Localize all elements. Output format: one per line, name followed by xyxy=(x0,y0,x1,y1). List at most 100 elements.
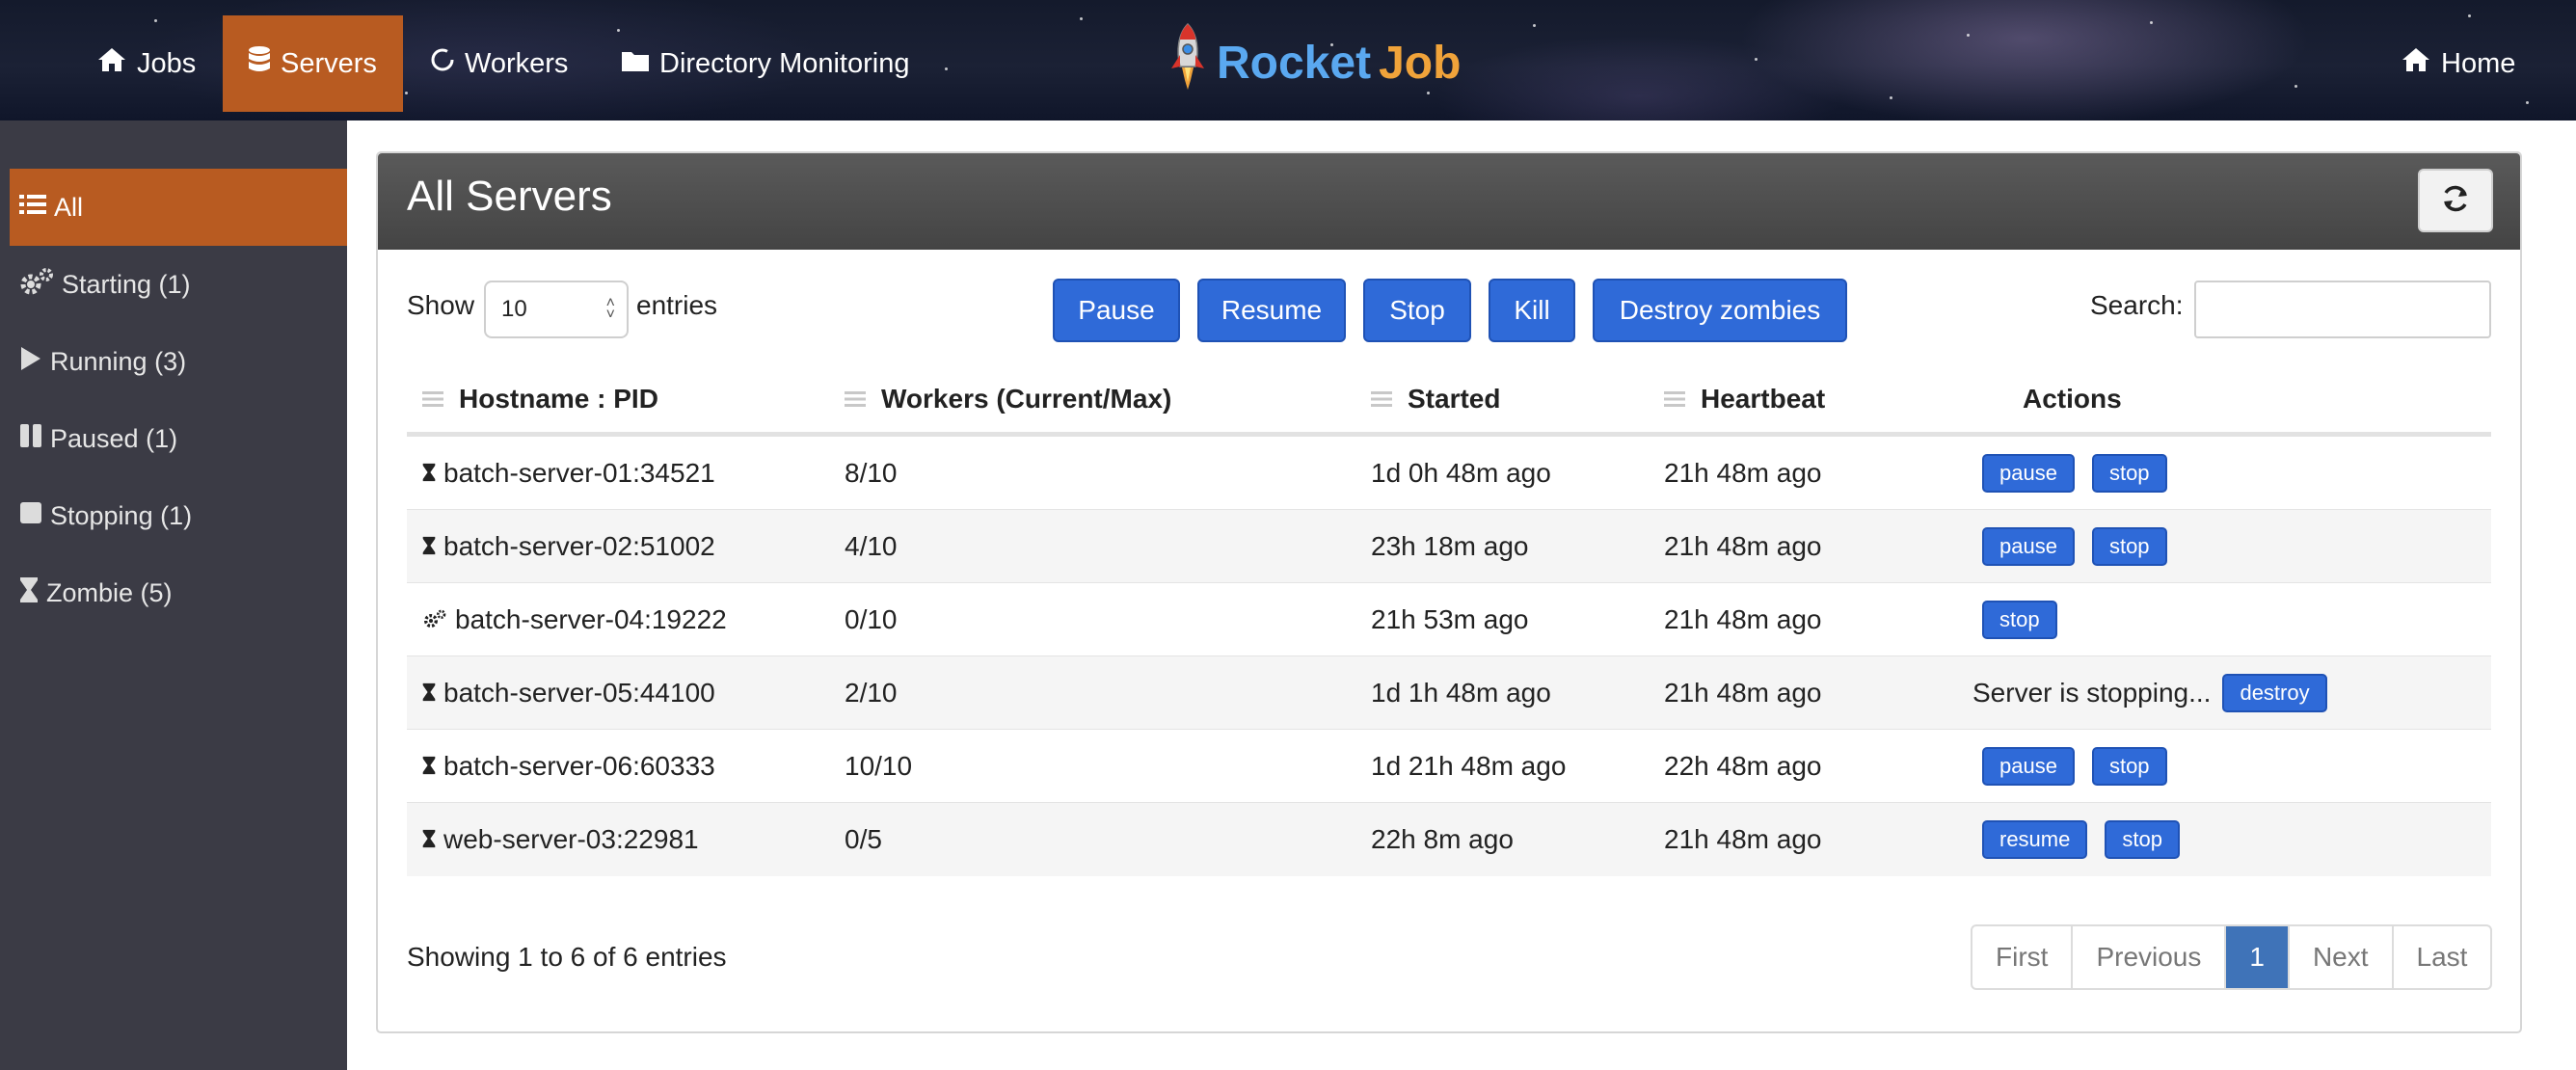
hourglass-icon xyxy=(19,576,39,610)
hostname-text: batch-server-06:60333 xyxy=(443,751,715,781)
refresh-icon xyxy=(2439,182,2472,220)
refresh-circle-icon xyxy=(430,47,455,80)
servers-panel: All Servers Show 10 ˄ ˅ entries Pause Res… xyxy=(376,151,2522,1033)
stop-icon xyxy=(19,501,42,531)
heartbeat-cell: 21h 48m ago xyxy=(1664,824,1822,854)
hostname-text: web-server-03:22981 xyxy=(443,824,699,854)
search-label: Search: xyxy=(2090,290,2184,320)
hourglass-icon xyxy=(422,531,436,562)
nav-directory-monitoring-label: Directory Monitoring xyxy=(659,47,910,79)
workers-cell: 0/10 xyxy=(845,604,898,634)
column-header-workers[interactable]: Workers (Current/Max) xyxy=(845,367,1171,431)
row-stop-button[interactable]: stop xyxy=(1982,601,2057,639)
list-icon xyxy=(19,193,46,223)
page-length-select[interactable]: 10 ˄ ˅ xyxy=(484,281,629,338)
hostname-cell: web-server-03:22981 xyxy=(422,803,699,876)
hostname-cell: batch-server-06:60333 xyxy=(422,730,715,803)
pagination: First Previous 1 Next Last xyxy=(1971,924,2493,990)
column-header-label: Hostname : PID xyxy=(459,384,658,414)
started-cell: 23h 18m ago xyxy=(1371,531,1529,561)
nav-jobs[interactable]: Jobs xyxy=(81,15,208,112)
hourglass-icon xyxy=(422,458,436,489)
brand-name-job: Job xyxy=(1379,37,1462,89)
row-pause-button[interactable]: pause xyxy=(1982,527,2075,566)
sidebar-item-label: Running (3) xyxy=(50,346,187,376)
sidebar-item-label: Paused (1) xyxy=(50,423,178,453)
table-row: batch-server-04:19222 0/10 21h 53m ago 2… xyxy=(407,583,2491,656)
sidebar-item-zombie[interactable]: Zombie (5) xyxy=(10,554,347,631)
table-row: batch-server-01:34521 8/10 1d 0h 48m ago… xyxy=(407,437,2491,510)
row-stop-button[interactable]: stop xyxy=(2091,747,2167,786)
column-header-label: Heartbeat xyxy=(1701,384,1826,414)
page-last-button[interactable]: Last xyxy=(2394,926,2491,988)
top-navbar: Jobs Servers Workers Directory Monitorin… xyxy=(0,0,2576,120)
column-header-actions: Actions xyxy=(2023,367,2122,431)
workers-cell: 4/10 xyxy=(845,531,898,561)
pause-icon xyxy=(19,423,42,455)
home-icon xyxy=(2401,46,2431,81)
nav-directory-monitoring[interactable]: Directory Monitoring xyxy=(621,15,910,112)
stop-all-button[interactable]: Stop xyxy=(1363,279,1471,342)
sidebar-item-all[interactable]: All xyxy=(10,169,347,246)
nav-home[interactable]: Home xyxy=(2401,15,2526,112)
drag-handle-icon xyxy=(1664,391,1685,407)
page-number-button[interactable]: 1 xyxy=(2226,926,2290,988)
kill-all-button[interactable]: Kill xyxy=(1489,279,1575,342)
column-header-heartbeat[interactable]: Heartbeat xyxy=(1664,367,1825,431)
search-input[interactable] xyxy=(2194,281,2491,338)
row-stop-button[interactable]: stop xyxy=(2105,820,2180,859)
sidebar-item-running[interactable]: Running (3) xyxy=(10,323,347,400)
page-next-button[interactable]: Next xyxy=(2290,926,2394,988)
refresh-button[interactable] xyxy=(2418,169,2493,232)
actions-cell: resume stop xyxy=(1982,803,2180,876)
heartbeat-cell: 21h 48m ago xyxy=(1664,531,1822,561)
workers-cell: 10/10 xyxy=(845,751,913,781)
server-status-text: Server is stopping... xyxy=(1972,678,2212,708)
started-cell: 1d 0h 48m ago xyxy=(1371,458,1551,488)
updown-chevron-icon: ˄ ˅ xyxy=(605,295,615,323)
sidebar: All Starting (1) Running (3) Paused (1) … xyxy=(0,120,347,1070)
resume-all-button[interactable]: Resume xyxy=(1197,279,1346,342)
hourglass-icon xyxy=(422,678,436,709)
hourglass-icon xyxy=(422,824,436,855)
row-resume-button[interactable]: resume xyxy=(1982,820,2088,859)
sidebar-item-label: All xyxy=(54,192,84,222)
drag-handle-icon xyxy=(845,391,866,407)
sidebar-item-paused[interactable]: Paused (1) xyxy=(10,400,347,477)
nav-workers-label: Workers xyxy=(465,47,569,79)
page-previous-button[interactable]: Previous xyxy=(2073,926,2227,988)
table-info: Showing 1 to 6 of 6 entries xyxy=(407,942,727,972)
column-header-label: Started xyxy=(1408,384,1501,414)
table-row: batch-server-02:51002 4/10 23h 18m ago 2… xyxy=(407,510,2491,583)
row-pause-button[interactable]: pause xyxy=(1982,454,2075,493)
rocket-icon xyxy=(1167,22,1209,103)
hostname-cell: batch-server-02:51002 xyxy=(422,510,715,583)
row-stop-button[interactable]: stop xyxy=(2091,454,2167,493)
show-label: Show xyxy=(407,290,475,320)
column-header-hostname[interactable]: Hostname : PID xyxy=(422,367,658,431)
destroy-zombies-button[interactable]: Destroy zombies xyxy=(1593,279,1847,342)
brand-logo[interactable]: Rocket Job xyxy=(1167,19,1461,106)
sidebar-item-label: Zombie (5) xyxy=(46,577,173,607)
sidebar-item-label: Stopping (1) xyxy=(50,500,193,530)
sidebar-item-label: Starting (1) xyxy=(62,269,191,299)
row-pause-button[interactable]: pause xyxy=(1982,747,2075,786)
pause-all-button[interactable]: Pause xyxy=(1053,279,1180,342)
sidebar-item-starting[interactable]: Starting (1) xyxy=(10,246,347,323)
nav-home-label: Home xyxy=(2441,47,2516,79)
nav-workers[interactable]: Workers xyxy=(430,15,575,112)
actions-cell: stop xyxy=(1982,583,2057,656)
sidebar-item-stopping[interactable]: Stopping (1) xyxy=(10,477,347,554)
nav-servers[interactable]: Servers xyxy=(223,15,403,112)
started-cell: 1d 1h 48m ago xyxy=(1371,678,1551,708)
hostname-text: batch-server-02:51002 xyxy=(443,531,715,561)
column-header-label: Actions xyxy=(2023,384,2122,414)
page-title: All Servers xyxy=(407,173,612,220)
column-header-started[interactable]: Started xyxy=(1371,367,1500,431)
actions-cell: pause stop xyxy=(1982,510,2167,583)
hourglass-icon xyxy=(422,751,436,782)
row-stop-button[interactable]: stop xyxy=(2091,527,2167,566)
page-first-button[interactable]: First xyxy=(1972,926,2074,988)
row-destroy-button[interactable]: destroy xyxy=(2222,674,2327,712)
heartbeat-cell: 21h 48m ago xyxy=(1664,604,1822,634)
